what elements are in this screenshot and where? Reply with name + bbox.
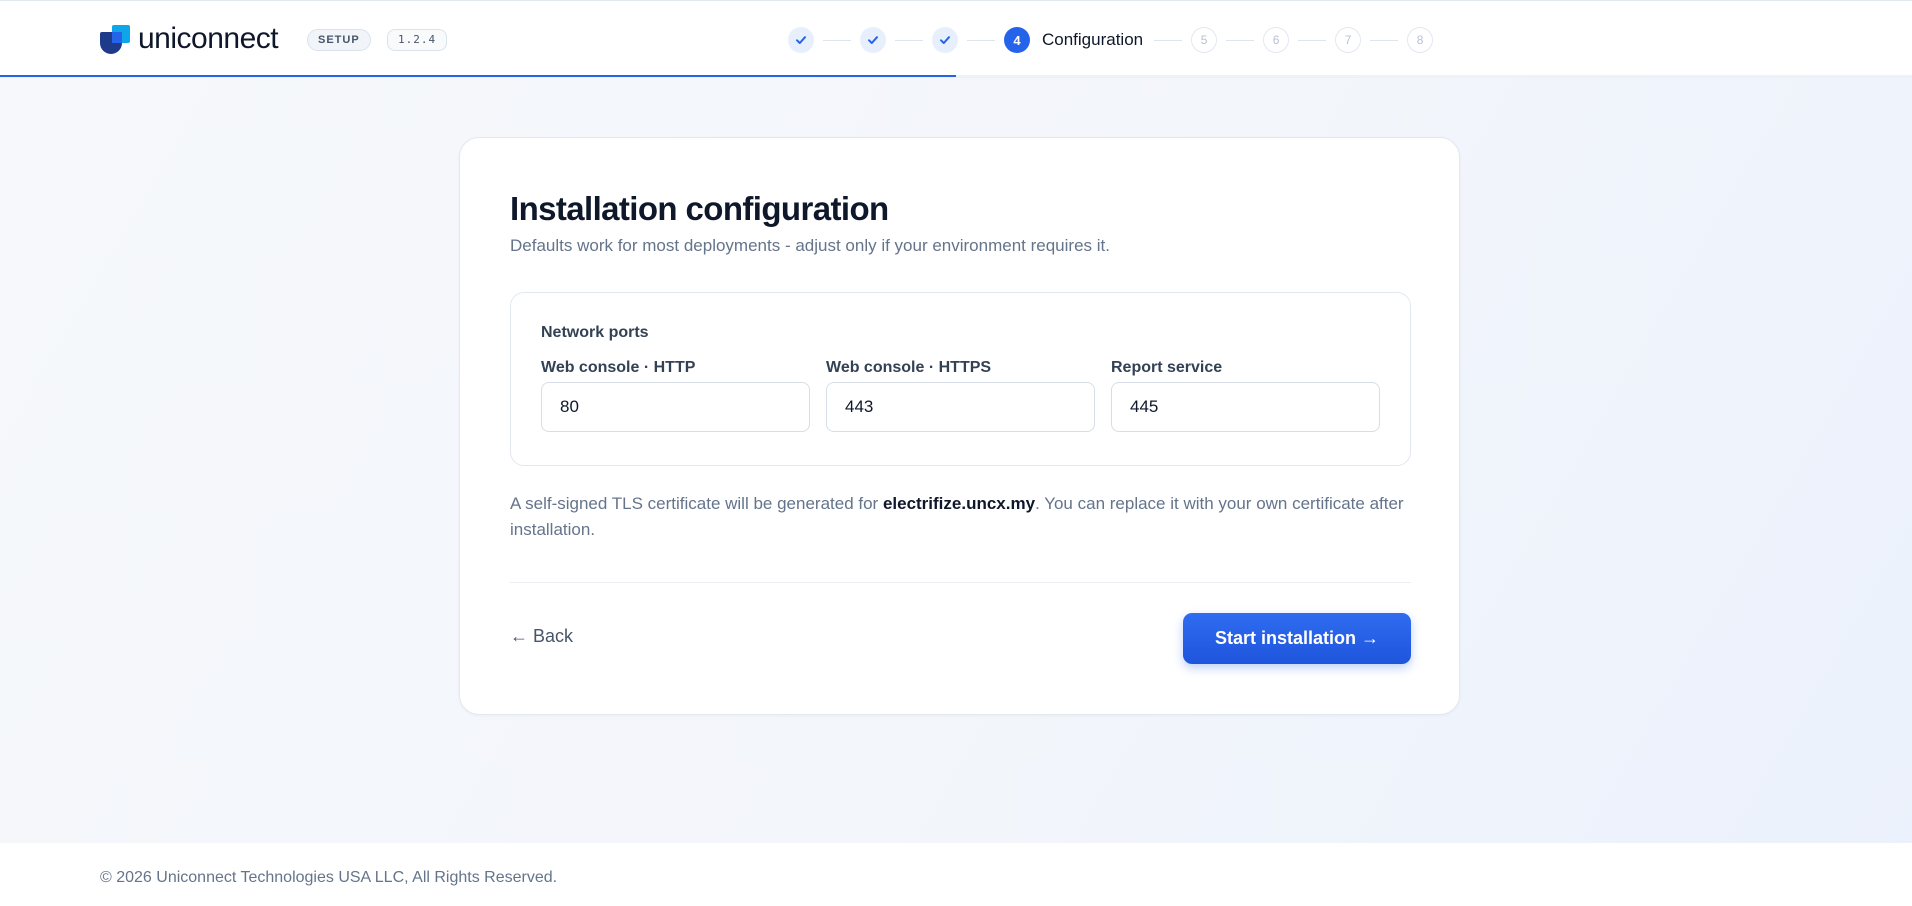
http-port-field: Web console · HTTP [541,358,810,432]
step-connector [1370,39,1399,41]
actions-divider [510,582,1411,583]
step-8: 8 [1407,27,1434,53]
https-port-input[interactable] [826,382,1095,432]
step-connector [1226,39,1255,41]
setup-badge: SETUP [307,29,371,51]
network-ports-section: Network ports Web console · HTTP Web con… [510,292,1411,466]
step-7: 7 [1335,27,1362,53]
footer: © 2026 Uniconnect Technologies USA LLC, … [0,843,1912,906]
step-2-complete [860,27,886,53]
check-icon [868,36,878,44]
tls-certificate-note: A self-signed TLS certificate will be ge… [510,491,1415,543]
tls-note-prefix: A self-signed TLS certificate will be ge… [510,494,883,513]
step-5: 5 [1191,27,1218,53]
configuration-card: Installation configuration Defaults work… [459,137,1460,715]
step-connector [1298,39,1327,41]
brand: uniconnect [100,22,279,55]
step-6: 6 [1263,27,1290,53]
page-subtitle: Defaults work for most deployments - adj… [510,236,1110,255]
report-service-port-field: Report service [1111,358,1380,432]
back-button[interactable]: ← Back [510,626,573,647]
copyright-text: © 2026 Uniconnect Technologies USA LLC, … [100,869,558,886]
step-1-complete [788,27,814,53]
start-installation-button[interactable]: Start installation → [1183,613,1411,664]
step-connector [967,39,995,41]
header: uniconnect SETUP 1.2.4 4 Configuration 5… [0,0,1912,78]
brand-name: uniconnect [138,22,279,55]
progress-bar [0,75,1912,78]
report-service-port-label: Report service [1111,359,1223,376]
step-3-complete [932,27,958,53]
network-ports-heading: Network ports [541,324,649,341]
uniconnect-logo-icon [100,23,130,55]
tls-domain: electrifize.uncx.my [882,494,1036,513]
http-port-label: Web console · HTTP [541,359,696,376]
report-service-port-input[interactable] [1111,382,1380,432]
https-port-field: Web console · HTTPS [826,358,1095,432]
step-connector [1154,39,1183,41]
step-4-current: 4 [1004,27,1030,53]
check-icon [796,36,806,44]
https-port-label: Web console · HTTPS [826,359,992,376]
current-step-label: Configuration [1042,30,1144,49]
page-title: Installation configuration [510,190,889,227]
check-icon [940,36,950,44]
step-connector [895,39,923,41]
stepper: 4 Configuration 5 6 7 8 [788,27,1434,53]
step-connector [823,39,851,41]
version-badge: 1.2.4 [387,29,448,51]
http-port-input[interactable] [541,382,810,432]
progress-bar-fill [0,75,956,77]
